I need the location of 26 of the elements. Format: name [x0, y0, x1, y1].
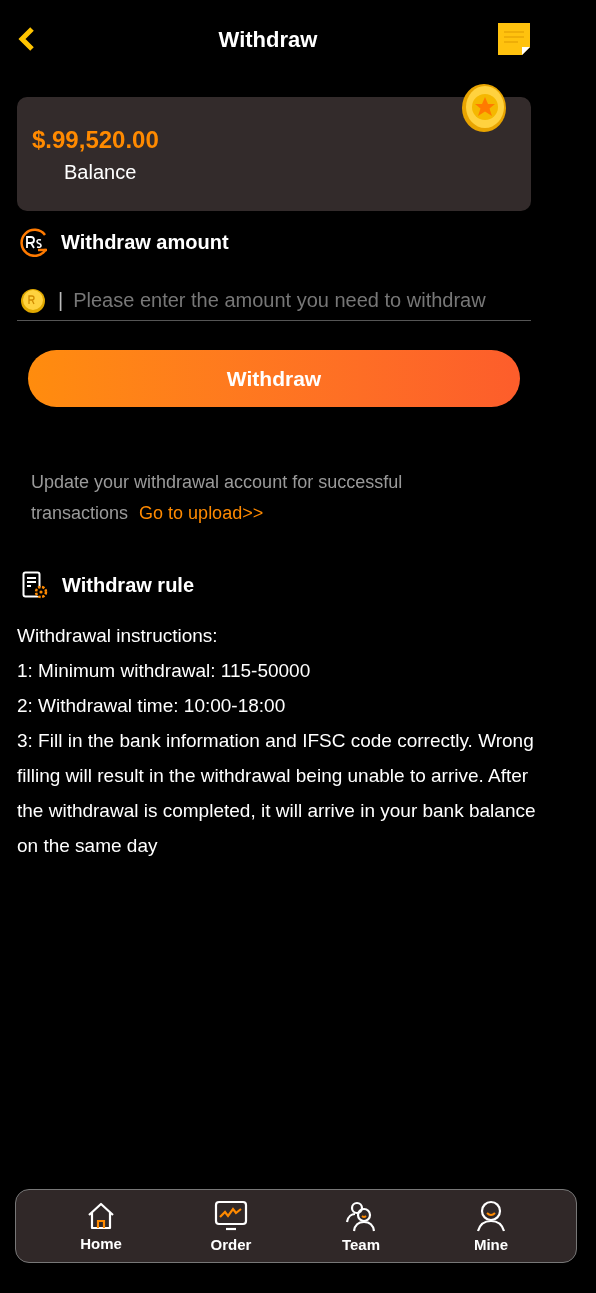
- nav-tab[interactable]: Home: [56, 1196, 146, 1256]
- nav-tab[interactable]: Mine: [446, 1195, 536, 1257]
- upload-link[interactable]: Go to upload>>: [139, 503, 264, 523]
- rule-text: 1: Minimum withdrawal: 115-50000: [17, 659, 312, 683]
- input-divider: |: [58, 287, 64, 313]
- document-gear-icon: [22, 571, 48, 599]
- amount-field[interactable]: | Please enter the amount you need to withdraw: [17, 279, 531, 321]
- note-button[interactable]: [498, 23, 530, 55]
- section-title: Withdraw amount: [61, 230, 229, 255]
- upload-notice: Update your withdrawal account for successful transactions Go to upload>>: [31, 471, 404, 525]
- people-icon: [345, 1199, 377, 1232]
- section-title: Withdraw rule: [62, 573, 195, 598]
- coin-icon: [461, 83, 507, 133]
- back-chevron-icon: [18, 27, 36, 51]
- monitor-chart-icon: [214, 1199, 248, 1232]
- balance-label: Balance: [64, 160, 138, 185]
- user-icon: [476, 1199, 506, 1232]
- nav-tab[interactable]: Team: [316, 1195, 406, 1257]
- nav-tab[interactable]: Order: [186, 1195, 276, 1257]
- note-icon: [498, 23, 530, 55]
- rule-text: Withdrawal instructions:: [17, 624, 219, 648]
- balance-amount: $.99,520.00: [32, 125, 160, 155]
- page-title: Withdraw: [218, 25, 318, 54]
- rule-text: 3: Fill in the bank information and IFSC code correctly. Wrong filling will result in the withdrawal being unable to arrive. After the withdrawal is completed, it will arrive in your bank balance on the same day: [17, 729, 537, 858]
- rupee-circle-icon: [19, 227, 49, 257]
- rule-text: 2: Withdrawal time: 10:00-18:00: [17, 694, 287, 718]
